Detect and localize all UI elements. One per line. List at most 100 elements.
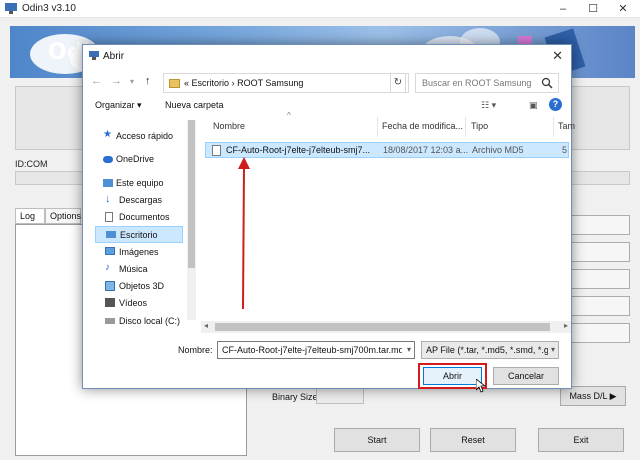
address-overflow[interactable]: « <box>184 78 189 88</box>
back-arrow-icon[interactable]: ← <box>91 75 102 87</box>
cube-icon <box>105 281 115 291</box>
dialog-titlebar: Abrir ✕ <box>83 45 571 67</box>
file-slot-userdata[interactable] <box>568 323 630 343</box>
scroll-left-icon[interactable]: ◂ <box>204 321 208 330</box>
sidebar-item-documents[interactable]: Documentos <box>95 209 183 226</box>
sort-ascending-icon: ^ <box>287 111 291 120</box>
cloud-icon <box>103 156 113 163</box>
document-icon <box>105 212 113 222</box>
column-header-date[interactable]: Fecha de modifica... <box>382 121 463 131</box>
sidebar-scrollbar[interactable] <box>187 120 196 320</box>
folder-icon <box>169 79 180 88</box>
sidebar-scrollbar-thumb[interactable] <box>188 120 195 268</box>
search-placeholder: Buscar en ROOT Samsung <box>422 78 532 88</box>
file-list: ^ Nombre Fecha de modifica... Tipo Tam C… <box>201 111 575 339</box>
chevron-down-icon[interactable]: ▾ <box>407 345 411 354</box>
view-options-icon[interactable]: ☷ ▾ <box>481 100 496 111</box>
open-file-dialog: Abrir ✕ ← → ▾ ↑ « Escritorio › ROOT Sams… <box>82 44 575 393</box>
sidebar-item-this-pc[interactable]: Este equipo <box>83 175 183 192</box>
new-folder-button[interactable]: Nueva carpeta <box>165 100 224 110</box>
minimize-icon[interactable]: – <box>548 0 578 18</box>
music-icon: ♪ <box>105 262 110 273</box>
reset-button[interactable]: Reset <box>430 428 516 452</box>
computer-icon <box>103 179 113 187</box>
filetype-select[interactable]: AP File (*.tar, *.md5, *.smd, *.gz ▾ <box>421 341 559 359</box>
dialog-title: Abrir <box>103 51 125 62</box>
horizontal-scrollbar-thumb[interactable] <box>215 323 550 331</box>
file-type: Archivo MD5 <box>472 145 524 155</box>
navigation-pane: ★ Acceso rápido OneDrive Este equipo ↓ D… <box>83 120 197 338</box>
navigation-bar: ← → ▾ ↑ « Escritorio › ROOT Samsung ▾ ↻ … <box>83 69 571 95</box>
organize-menu[interactable]: Organizar ▾ <box>95 100 142 111</box>
image-icon <box>105 247 115 255</box>
file-icon <box>212 145 221 156</box>
sidebar-item-local-disk[interactable]: Disco local (C:) <box>95 313 183 330</box>
odin-title: Odin3 v3.10 <box>22 3 76 14</box>
odin-titlebar: Odin3 v3.10 – ☐ ✕ <box>0 0 640 18</box>
mouse-cursor-icon <box>476 379 486 393</box>
sidebar-item-3d-objects[interactable]: Objetos 3D <box>95 278 183 295</box>
mass-dl-button[interactable]: Mass D/L ▶ <box>560 386 626 406</box>
maximize-icon[interactable]: ☐ <box>578 0 608 18</box>
sidebar-item-music[interactable]: ♪ Música <box>95 261 183 278</box>
column-header-size[interactable]: Tam <box>558 121 575 131</box>
tab-options[interactable]: Options <box>45 208 81 224</box>
open-button[interactable]: Abrir <box>423 367 482 385</box>
drive-icon <box>105 318 115 324</box>
binary-size-value <box>316 388 364 404</box>
desktop-icon <box>106 231 116 238</box>
close-icon[interactable]: ✕ <box>608 0 638 18</box>
forward-arrow-icon[interactable]: → <box>111 75 122 87</box>
search-box[interactable]: Buscar en ROOT Samsung <box>415 73 559 93</box>
binary-size-label: Binary Size <box>272 392 318 402</box>
horizontal-scrollbar[interactable]: ◂ ▸ <box>201 321 571 333</box>
file-slot-bl[interactable] <box>568 215 630 235</box>
column-header-type[interactable]: Tipo <box>471 121 488 131</box>
video-icon <box>105 298 115 307</box>
idcom-label: ID:COM <box>15 159 48 169</box>
refresh-icon[interactable]: ↻ <box>390 73 406 93</box>
scroll-right-icon[interactable]: ▸ <box>564 321 568 330</box>
sidebar-item-images[interactable]: Imágenes <box>95 244 183 261</box>
column-divider[interactable] <box>553 117 554 137</box>
recent-chevron-icon[interactable]: ▾ <box>130 77 134 86</box>
dialog-close-icon[interactable]: ✕ <box>552 48 563 64</box>
filename-input[interactable]: CF-Auto-Root-j7elte-j7elteub-smj700m.tar… <box>217 341 415 359</box>
breadcrumb-root-samsung[interactable]: ROOT Samsung <box>237 78 303 88</box>
column-divider[interactable] <box>465 117 466 137</box>
address-bar[interactable]: « Escritorio › ROOT Samsung ▾ <box>163 73 482 93</box>
start-button[interactable]: Start <box>334 428 420 452</box>
dialog-app-icon <box>89 51 99 60</box>
download-icon: ↓ <box>105 193 111 205</box>
sidebar-item-quick-access[interactable]: ★ Acceso rápido <box>83 128 183 145</box>
filename-label: Nombre: <box>178 345 213 355</box>
breadcrumb-separator-icon[interactable]: › <box>232 78 235 88</box>
odin-app-icon <box>5 3 17 14</box>
column-header-name[interactable]: Nombre <box>213 121 245 131</box>
chevron-down-icon[interactable]: ▾ <box>551 345 555 354</box>
up-arrow-icon[interactable]: ↑ <box>145 75 151 87</box>
address-path: « Escritorio › ROOT Samsung <box>184 78 303 88</box>
annotation-arrow-icon <box>238 157 250 310</box>
file-date: 18/08/2017 12:03 a... <box>383 145 469 155</box>
sidebar-item-desktop[interactable]: Escritorio <box>95 226 183 243</box>
cancel-button[interactable]: Cancelar <box>493 367 559 385</box>
exit-button[interactable]: Exit <box>538 428 624 452</box>
sidebar-item-onedrive[interactable]: OneDrive <box>83 151 183 168</box>
tab-log[interactable]: Log <box>15 208 45 224</box>
file-row[interactable]: CF-Auto-Root-j7elte-j7elteub-smj7... 18/… <box>205 142 569 158</box>
file-name: CF-Auto-Root-j7elte-j7elteub-smj7... <box>226 145 371 155</box>
file-slot-ap[interactable] <box>568 242 630 262</box>
filename-value: CF-Auto-Root-j7elte-j7elteub-smj700m.tar… <box>222 345 402 355</box>
help-icon[interactable]: ? <box>549 98 562 111</box>
sidebar-item-videos[interactable]: Vídeos <box>95 295 183 312</box>
column-divider[interactable] <box>377 117 378 137</box>
sidebar-item-downloads[interactable]: ↓ Descargas <box>95 192 183 209</box>
filetype-value: AP File (*.tar, *.md5, *.smd, *.gz <box>426 345 548 355</box>
file-slot-csc[interactable] <box>568 296 630 316</box>
file-size: 5 <box>562 145 568 155</box>
breadcrumb-escritorio[interactable]: Escritorio <box>192 78 230 88</box>
preview-pane-icon[interactable]: ▣ <box>529 100 538 111</box>
file-slot-cp[interactable] <box>568 269 630 289</box>
search-icon <box>541 77 553 89</box>
